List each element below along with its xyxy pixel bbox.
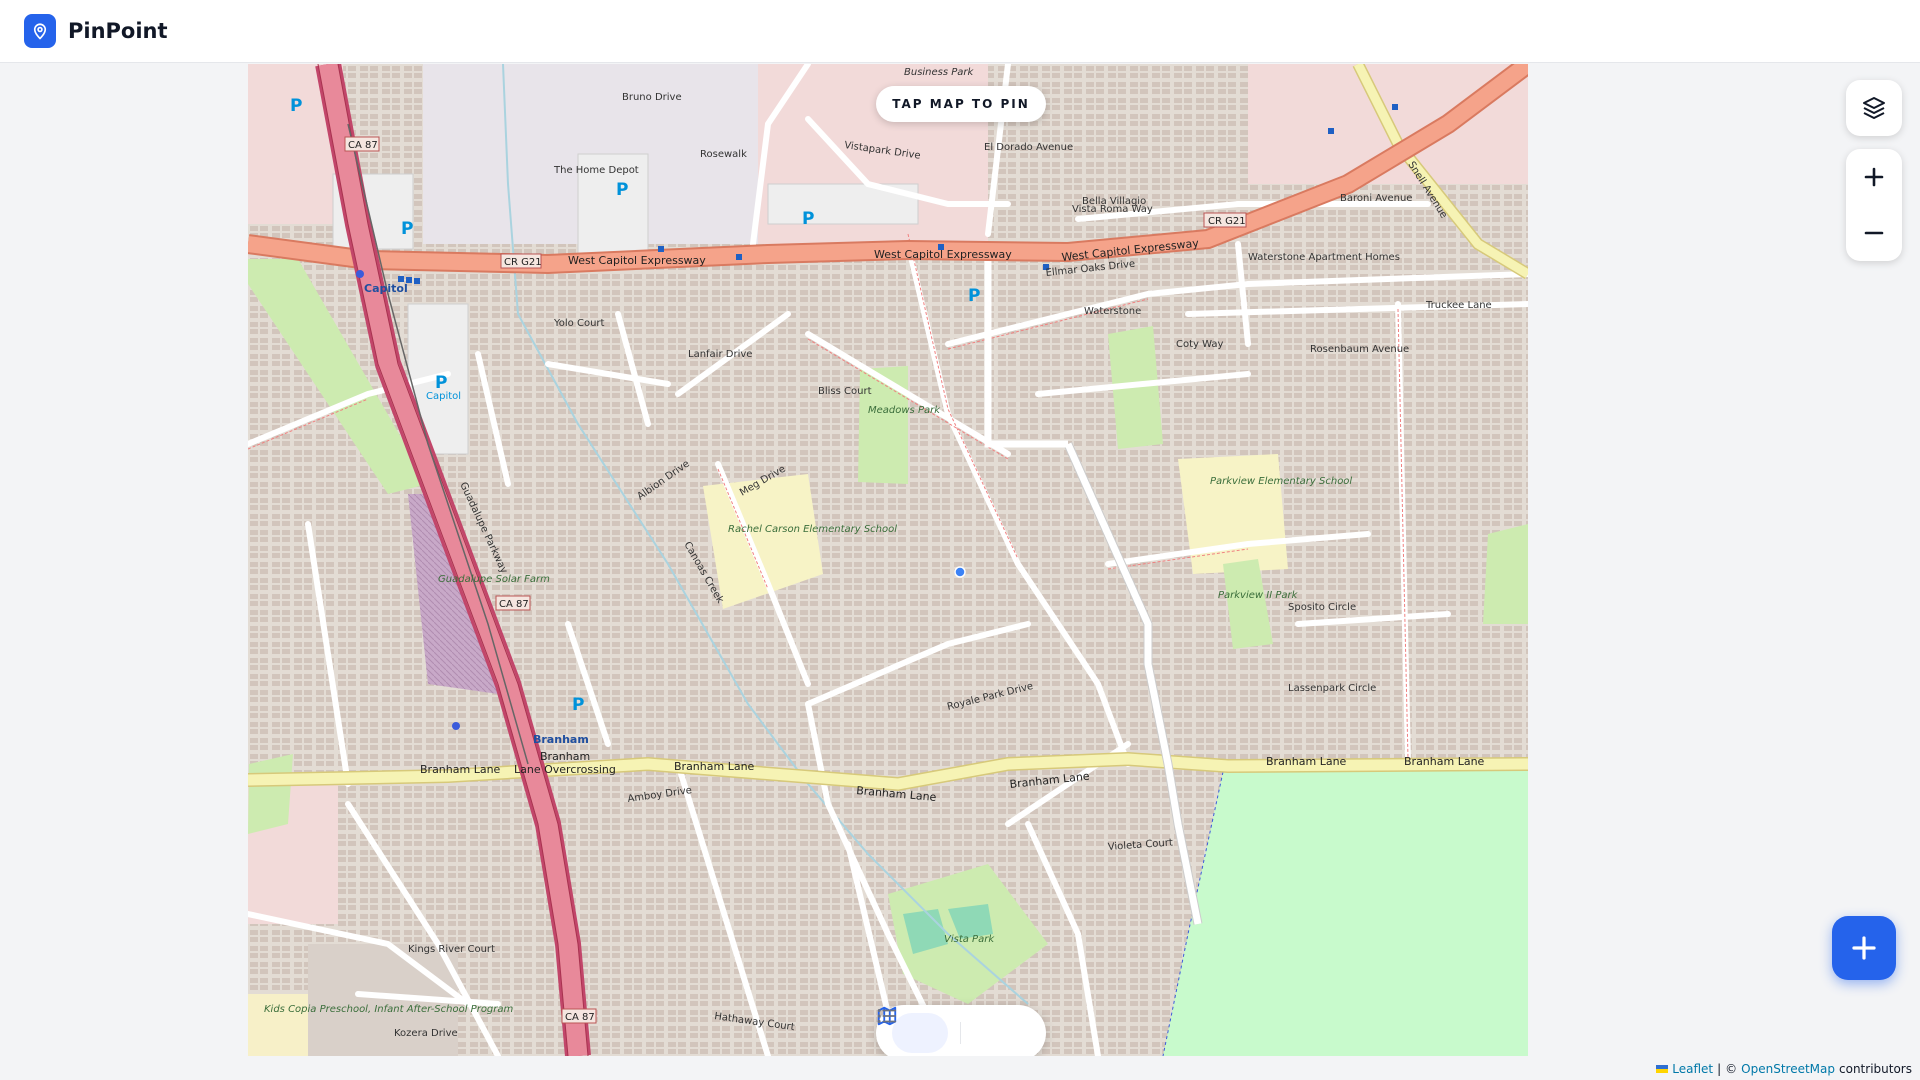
street-label: Yolo Court: [553, 318, 605, 329]
street-label: Vista Roma Way: [1072, 204, 1153, 215]
park-label: Parkview II Park: [1218, 590, 1299, 601]
minus-icon: [1864, 231, 1884, 235]
street-label: Lassenpark Circle: [1288, 683, 1376, 694]
street-label: Bruno Drive: [622, 92, 682, 103]
street-label: Rosenbaum Avenue: [1310, 344, 1409, 355]
street-label: Baroni Avenue: [1340, 193, 1412, 204]
layers-icon: [1863, 97, 1885, 119]
zoom-in-button[interactable]: [1846, 149, 1902, 205]
list-icon: [877, 1009, 897, 1023]
poi-label: Kids Copia Preschool, Infant After-Schoo…: [264, 1004, 514, 1015]
street-label: Lane Overcrossing: [514, 763, 616, 776]
ukraine-flag-icon: [1656, 1065, 1669, 1073]
attribution-suffix: contributors: [1839, 1062, 1912, 1076]
street-label: Branham Lane: [1266, 755, 1347, 768]
svg-text:P: P: [401, 219, 413, 239]
svg-text:P: P: [616, 180, 628, 200]
park-label: Meadows Park: [868, 405, 941, 416]
leaflet-link[interactable]: Leaflet: [1672, 1062, 1713, 1076]
school-label: Rachel Carson Elementary School: [728, 524, 897, 535]
street-label: Bliss Court: [818, 386, 872, 397]
zoom-control: [1846, 149, 1902, 261]
toggle-divider: [960, 1022, 962, 1044]
svg-text:P: P: [968, 286, 980, 306]
street-label: Branham Lane: [674, 760, 755, 773]
station-label: Capitol: [364, 282, 408, 295]
view-toggle-bar: [876, 1005, 1046, 1056]
street-label: West Capitol Expressway: [874, 248, 1012, 261]
map-attribution: Leaflet | © OpenStreetMap contributors: [1656, 1062, 1912, 1076]
svg-text:P: P: [802, 209, 814, 229]
svg-text:P: P: [290, 96, 302, 116]
poi-label: Rosewalk: [700, 149, 747, 160]
app-title: PinPoint: [68, 19, 168, 43]
tap-map-hint: TAP MAP TO PIN: [876, 86, 1046, 122]
street-label: Sposito Circle: [1288, 602, 1356, 613]
poi-label: The Home Depot: [553, 165, 639, 176]
station-label: Branham: [533, 733, 589, 746]
street-label: West Capitol Expressway: [568, 254, 706, 267]
pin-logo-icon: [24, 14, 56, 48]
route-shield: CA 87: [499, 599, 529, 610]
plus-icon: [1864, 167, 1884, 187]
svg-text:P: P: [572, 695, 584, 715]
street-label: Branham: [540, 750, 590, 763]
poi-label: Waterstone Apartment Homes: [1248, 252, 1400, 263]
poi-label: Waterstone: [1084, 306, 1141, 317]
parkview-school-grounds: [1178, 454, 1288, 574]
user-location-marker: [954, 566, 966, 578]
route-shield: CA 87: [565, 1012, 595, 1023]
street-label: Truckee Lane: [1425, 300, 1492, 311]
street-label: Lanfair Drive: [688, 349, 752, 360]
copyright-symbol: ©: [1725, 1062, 1738, 1076]
attribution-separator: |: [1717, 1062, 1722, 1076]
route-shield: CA 87: [348, 140, 378, 151]
street-label: Kings River Court: [408, 944, 495, 955]
map-view-button[interactable]: [877, 1006, 949, 1053]
add-pin-button[interactable]: [1832, 916, 1896, 980]
street-label: El Dorado Avenue: [984, 142, 1073, 153]
list-view-button[interactable]: [877, 1009, 1030, 1053]
park-label: Vista Park: [944, 934, 995, 945]
open-space-area: [1163, 766, 1528, 1056]
street-label: Branham Lane: [1404, 755, 1485, 768]
route-shield: CR G21: [1208, 216, 1246, 227]
zoom-out-button[interactable]: [1846, 205, 1902, 261]
poi-label: Business Park: [904, 67, 975, 78]
parking-label: Capitol: [426, 391, 461, 402]
svg-text:P: P: [435, 373, 447, 393]
street-label: Branham Lane: [420, 763, 501, 776]
osm-link[interactable]: OpenStreetMap: [1741, 1062, 1835, 1076]
layers-button[interactable]: [1846, 80, 1902, 136]
layers-control: [1846, 80, 1902, 136]
route-shield: CR G21: [504, 257, 542, 268]
school-label: Parkview Elementary School: [1210, 476, 1352, 487]
app-header: PinPoint: [0, 0, 1920, 63]
plus-icon: [1852, 936, 1876, 960]
map-canvas[interactable]: P P P P P P P West Capitol Expressway West Ca…: [248, 64, 1528, 1056]
poi-label: Guadalupe Solar Farm: [438, 574, 550, 585]
street-label: Coty Way: [1176, 339, 1223, 350]
street-label: Kozera Drive: [394, 1028, 458, 1039]
